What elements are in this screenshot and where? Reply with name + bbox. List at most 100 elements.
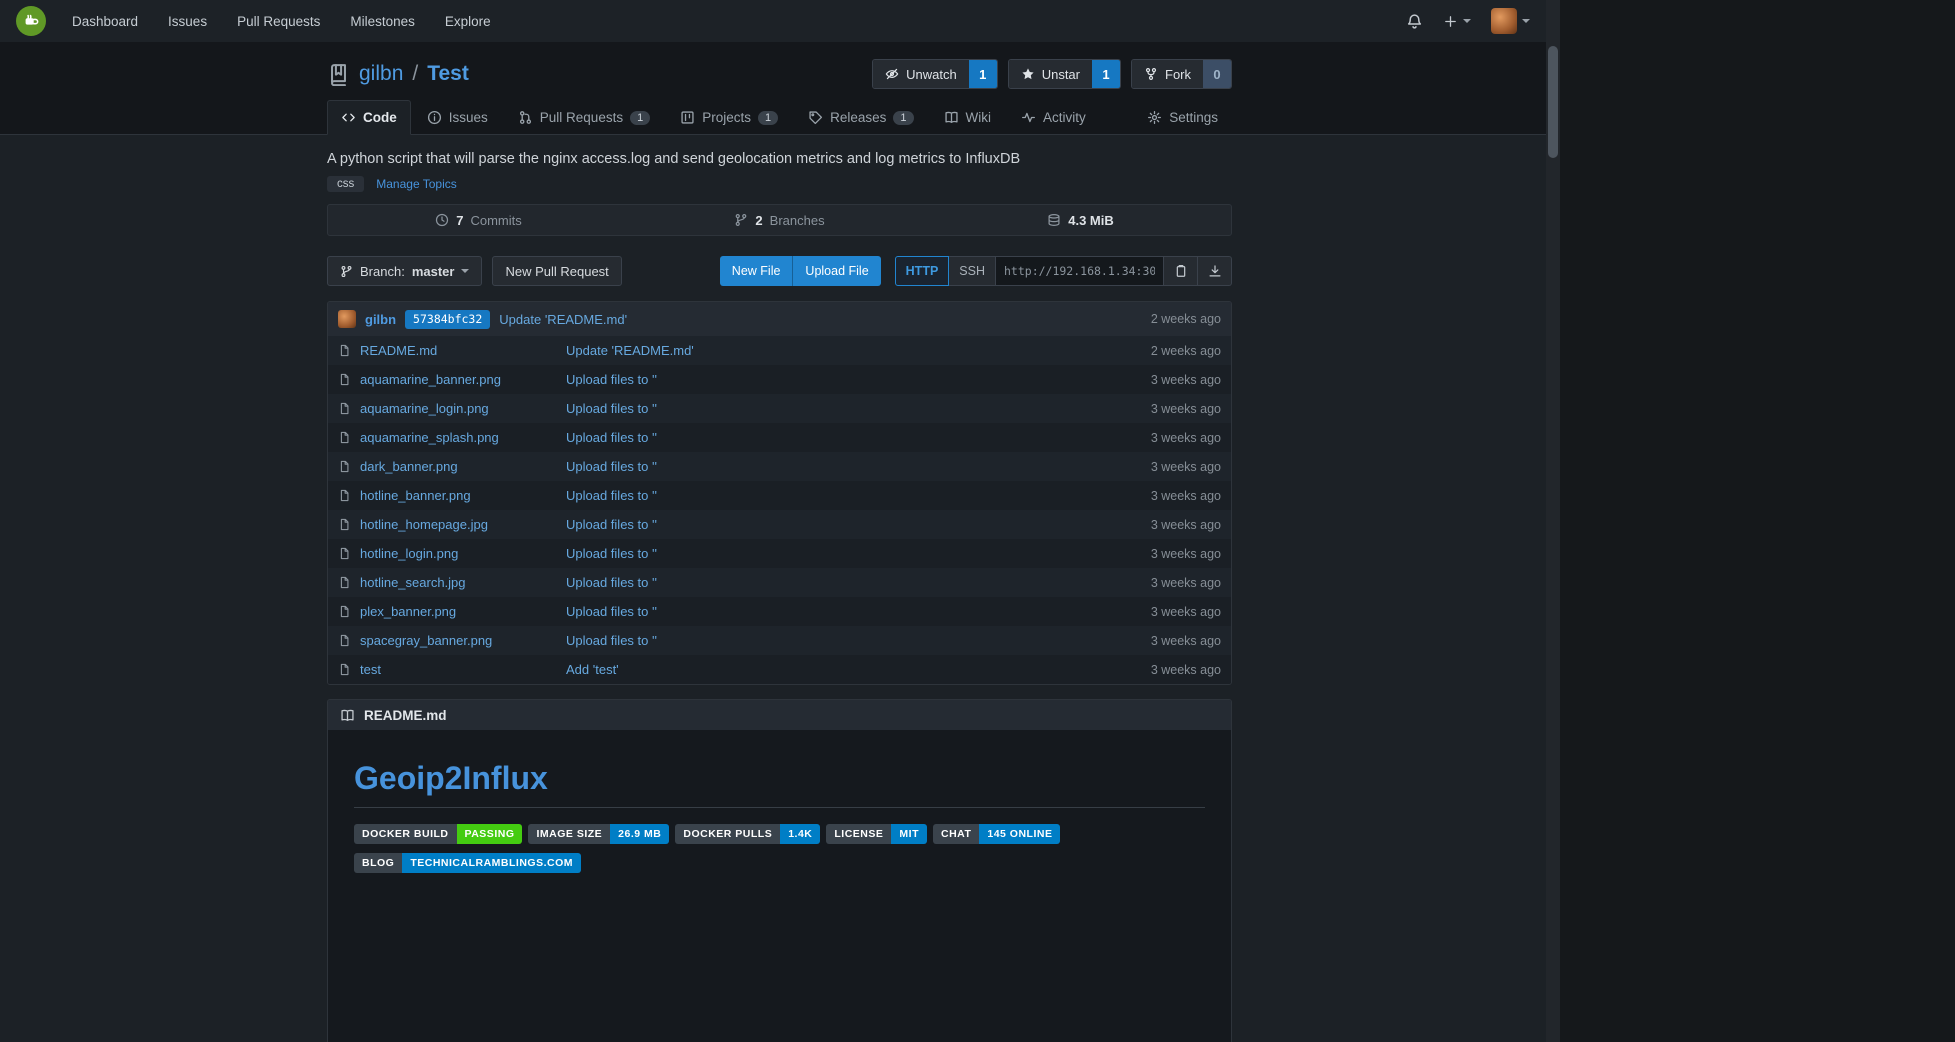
commits-stat[interactable]: 7Commits [328,205,629,235]
file-icon [338,489,351,502]
file-actions-group: New File Upload File [720,256,881,286]
watchers-count[interactable]: 1 [969,60,997,88]
shield-badge[interactable]: LICENSE MIT [826,824,927,844]
file-commit-message-link[interactable]: Upload files to '' [566,372,657,387]
readme-panel: README.md Geoip2Influx DOCKER BUILD PASS… [327,699,1232,1042]
code-icon [341,110,356,125]
file-commit-message-link[interactable]: Upload files to '' [566,633,657,648]
commit-message-link[interactable]: Update 'README.md' [499,312,627,327]
tab-wiki[interactable]: Wiki [930,100,1006,135]
file-name-link[interactable]: plex_banner.png [360,604,456,619]
shield-badge[interactable]: CHAT 145 ONLINE [933,824,1061,844]
fork-button[interactable]: Fork 0 [1131,59,1232,89]
latest-commit-row: gilbn 57384bfc32 Update 'README.md' 2 we… [328,302,1231,336]
repo-name-link[interactable]: Test [427,62,469,86]
file-commit-message-link[interactable]: Upload files to '' [566,517,657,532]
tab-releases[interactable]: Releases 1 [794,100,927,135]
tab-issues[interactable]: Issues [413,100,502,135]
manage-topics-link[interactable]: Manage Topics [376,177,457,191]
file-commit-time: 3 weeks ago [1111,605,1221,619]
chevron-down-icon [1522,19,1530,23]
notifications-bell-icon[interactable] [1406,13,1423,30]
commit-sha-badge[interactable]: 57384bfc32 [405,310,490,329]
file-commit-message-link[interactable]: Upload files to '' [566,575,657,590]
file-name-link[interactable]: dark_banner.png [360,459,458,474]
file-commit-message-link[interactable]: Update 'README.md' [566,343,694,358]
clone-url-input[interactable] [996,256,1164,286]
file-name-link[interactable]: hotline_search.jpg [360,575,466,590]
shield-label: IMAGE SIZE [528,824,610,844]
branch-icon [734,213,748,227]
file-commit-message-link[interactable]: Upload files to '' [566,546,657,561]
commit-time: 2 weeks ago [1151,312,1221,326]
file-commit-message-link[interactable]: Upload files to '' [566,459,657,474]
scrollbar[interactable] [1546,0,1560,1042]
file-row: aquamarine_login.png Upload files to '' … [328,394,1231,423]
shield-badge[interactable]: DOCKER PULLS 1.4K [675,824,820,844]
nav-item[interactable]: Issues [168,14,207,29]
repo-size-stat[interactable]: 4.3 MiB [930,205,1231,235]
gitea-logo[interactable] [16,6,46,36]
create-new-dropdown[interactable] [1443,14,1471,29]
file-commit-message-link[interactable]: Upload files to '' [566,401,657,416]
file-commit-message-link[interactable]: Upload files to '' [566,604,657,619]
tab-activity[interactable]: Activity [1007,100,1100,135]
upload-file-button[interactable]: Upload File [792,256,880,286]
user-avatar[interactable] [1491,8,1517,34]
download-archive-button[interactable] [1198,256,1232,286]
shield-value: 145 ONLINE [979,824,1060,844]
file-icon [338,402,351,415]
user-menu-dropdown[interactable] [1491,8,1530,34]
new-pull-request-button[interactable]: New Pull Request [492,256,621,286]
file-row: hotline_banner.png Upload files to '' 3 … [328,481,1231,510]
copy-clone-url-button[interactable] [1164,256,1198,286]
http-protocol-toggle[interactable]: HTTP [895,256,950,286]
commit-author-avatar[interactable] [338,310,356,328]
commit-author-link[interactable]: gilbn [365,312,396,327]
browser-viewport: Dashboard Issues Pull Requests Milestone… [0,0,1560,1042]
file-name-link[interactable]: aquamarine_login.png [360,401,489,416]
tab-settings[interactable]: Settings [1133,100,1232,135]
branch-dropdown[interactable]: Branch:master [327,256,482,286]
scrollbar-thumb[interactable] [1548,46,1558,158]
branches-stat[interactable]: 2Branches [629,205,930,235]
ssh-protocol-toggle[interactable]: SSH [949,256,996,286]
file-commit-message-link[interactable]: Upload files to '' [566,430,657,445]
file-commit-message-link[interactable]: Upload files to '' [566,488,657,503]
nav-item[interactable]: Explore [445,14,491,29]
file-name-link[interactable]: aquamarine_splash.png [360,430,499,445]
unstar-button[interactable]: Unstar 1 [1008,59,1121,89]
chevron-down-icon [461,269,469,273]
tab-code[interactable]: Code [327,100,411,135]
stars-count[interactable]: 1 [1092,60,1120,88]
shield-badge[interactable]: BLOG TECHNICALRAMBLINGS.COM [354,853,581,873]
branch-icon [340,265,353,278]
file-row: spacegray_banner.png Upload files to '' … [328,626,1231,655]
repo-owner-link[interactable]: gilbn [359,62,403,86]
nav-item[interactable]: Dashboard [72,14,138,29]
file-icon [338,431,351,444]
file-name-link[interactable]: README.md [360,343,437,358]
file-name-link[interactable]: test [360,662,381,677]
file-name-link[interactable]: spacegray_banner.png [360,633,492,648]
file-name-link[interactable]: aquamarine_banner.png [360,372,501,387]
forks-count[interactable]: 0 [1203,60,1231,88]
shield-badge[interactable]: DOCKER BUILD PASSING [354,824,522,844]
nav-item[interactable]: Milestones [350,14,415,29]
shield-badge[interactable]: IMAGE SIZE 26.9 MB [528,824,669,844]
file-commit-time: 3 weeks ago [1111,402,1221,416]
pull-requests-count-badge: 1 [630,111,650,125]
nav-item[interactable]: Pull Requests [237,14,320,29]
file-name-link[interactable]: hotline_login.png [360,546,458,561]
file-name-link[interactable]: hotline_banner.png [360,488,471,503]
topic-chip[interactable]: css [327,176,364,192]
tab-projects[interactable]: Projects 1 [666,100,792,135]
file-name-link[interactable]: hotline_homepage.jpg [360,517,488,532]
tab-pull-requests[interactable]: Pull Requests 1 [504,100,664,135]
unwatch-button[interactable]: Unwatch 1 [872,59,998,89]
file-table: gilbn 57384bfc32 Update 'README.md' 2 we… [327,301,1232,685]
new-file-button[interactable]: New File [720,256,793,286]
plus-icon [1443,14,1458,29]
file-commit-time: 2 weeks ago [1111,344,1221,358]
file-commit-message-link[interactable]: Add 'test' [566,662,619,677]
